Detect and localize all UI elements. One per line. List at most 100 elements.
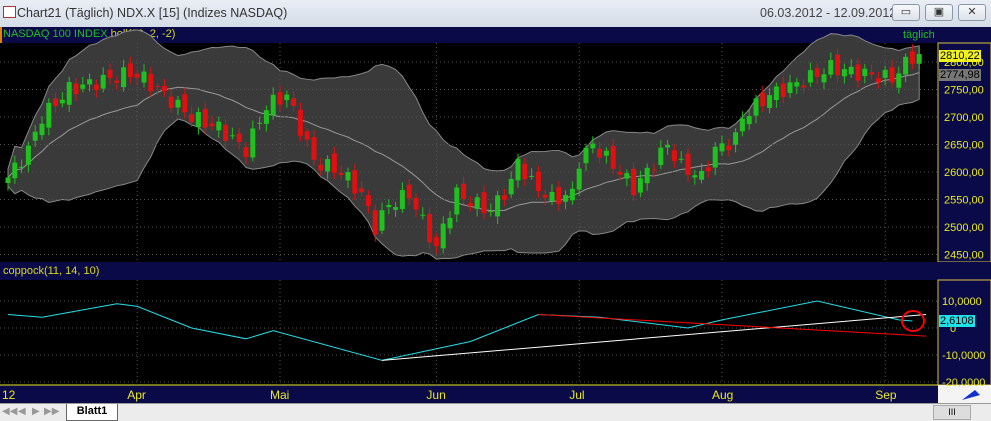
candle-body: [685, 153, 691, 175]
candle-body: [53, 98, 59, 107]
candle-body: [780, 83, 786, 98]
first-sheet-button[interactable]: ◀◀: [2, 406, 17, 417]
price-tick-label: 2700,00: [944, 112, 984, 124]
candle-body: [195, 112, 201, 128]
candle-body: [474, 197, 480, 209]
candle-body: [875, 78, 881, 83]
candle-body: [440, 223, 446, 249]
candle-body: [297, 109, 303, 136]
date-tick-label: Mai: [270, 388, 289, 402]
candle-body: [835, 54, 841, 76]
candle-body: [19, 166, 25, 168]
candle-body: [304, 131, 310, 140]
candle-body: [855, 64, 861, 81]
candle-body: [318, 164, 324, 171]
candle-body: [515, 158, 521, 181]
coppock-value-label: 2,6108: [939, 315, 975, 327]
candle-body: [869, 72, 875, 75]
candle-body: [590, 143, 596, 149]
candle-body: [141, 71, 147, 83]
candle-body: [168, 96, 174, 109]
candle-body: [733, 132, 739, 145]
candle-body: [454, 187, 460, 215]
chart-area[interactable]: 12 Apr Mai Jun Jul Aug Sep2800,002750,002700,0…: [0, 0, 991, 403]
coppock-label[interactable]: coppock(11, 14, 10): [3, 265, 99, 277]
candle-body: [862, 68, 868, 77]
candle-body: [508, 178, 514, 195]
candle-body: [909, 51, 915, 64]
candle-body: [610, 145, 616, 169]
candle-body: [692, 175, 698, 178]
candle-body: [270, 94, 276, 116]
candle-body: [576, 168, 582, 190]
candle-body: [658, 147, 664, 166]
coppock-tick-label: -10,0000: [942, 350, 985, 362]
tab-blatt1[interactable]: Blatt1: [66, 404, 118, 421]
candle-body: [338, 172, 344, 175]
candle-body: [134, 73, 140, 78]
candle-body: [379, 210, 385, 231]
candle-body: [325, 159, 331, 172]
candle-body: [372, 210, 378, 235]
date-tick-label: Jun: [426, 388, 445, 402]
date-tick-label: Sep: [875, 388, 897, 402]
candle-body: [66, 82, 72, 105]
candle-body: [889, 67, 895, 83]
candle-body: [100, 74, 106, 89]
candle-body: [773, 86, 779, 101]
prev-sheet-button[interactable]: ◀: [18, 406, 26, 417]
candle-body: [794, 82, 800, 87]
candle-body: [549, 191, 555, 202]
candle-body: [386, 204, 392, 208]
candle-body: [705, 167, 711, 172]
price-tick-label: 2500,00: [944, 222, 984, 234]
candle-body: [155, 85, 161, 87]
candle-body: [821, 74, 827, 83]
candle-body: [365, 195, 371, 207]
candle-body: [495, 195, 501, 217]
candle-body: [250, 128, 256, 158]
candle-body: [291, 98, 297, 107]
coppock-tick-label: -20,0000: [942, 377, 985, 389]
candle-body: [522, 163, 528, 179]
candle-body: [787, 82, 793, 94]
candle-body: [331, 153, 337, 173]
last-sheet-button[interactable]: ▶▶: [44, 406, 59, 417]
candle-body: [284, 94, 290, 101]
next-sheet-button[interactable]: ▶: [32, 406, 40, 417]
sheet-tabs: ◀◀ ◀ ▶ ▶▶ Blatt1: [0, 403, 991, 421]
candle-body: [807, 70, 813, 83]
candle-body: [127, 63, 133, 78]
candle-body: [529, 175, 535, 177]
candle-body: [80, 84, 86, 89]
candle-body: [556, 187, 562, 204]
candle-body: [726, 145, 732, 150]
candle-body: [161, 86, 167, 92]
candle-body: [828, 60, 834, 75]
candle-body: [678, 158, 684, 160]
candle-body: [801, 85, 807, 88]
candle-body: [542, 194, 548, 198]
price-tick-label: 2650,00: [944, 140, 984, 152]
candle-body: [393, 207, 399, 210]
candle-body: [753, 98, 759, 116]
coppock-header: [0, 262, 991, 280]
candle-body: [114, 80, 120, 83]
candle-body: [719, 143, 725, 152]
band-value-label: 2774,98: [939, 69, 981, 81]
price-tick-label: 2450,00: [944, 250, 984, 262]
candle-body: [665, 144, 671, 148]
date-tick-label: Jul: [569, 388, 584, 402]
candle-body: [433, 237, 439, 247]
candle-body: [148, 73, 154, 92]
candle-body: [603, 150, 609, 156]
date-tick-label: Apr: [127, 388, 146, 402]
coppock-tick-label: 10,0000: [942, 296, 982, 308]
candle-body: [896, 73, 902, 88]
candle-body: [712, 146, 718, 168]
candle-body: [467, 203, 473, 207]
candle-body: [345, 172, 351, 181]
scrollbar-thumb[interactable]: III: [933, 405, 971, 420]
candle-body: [209, 123, 215, 127]
candle-body: [461, 183, 467, 199]
